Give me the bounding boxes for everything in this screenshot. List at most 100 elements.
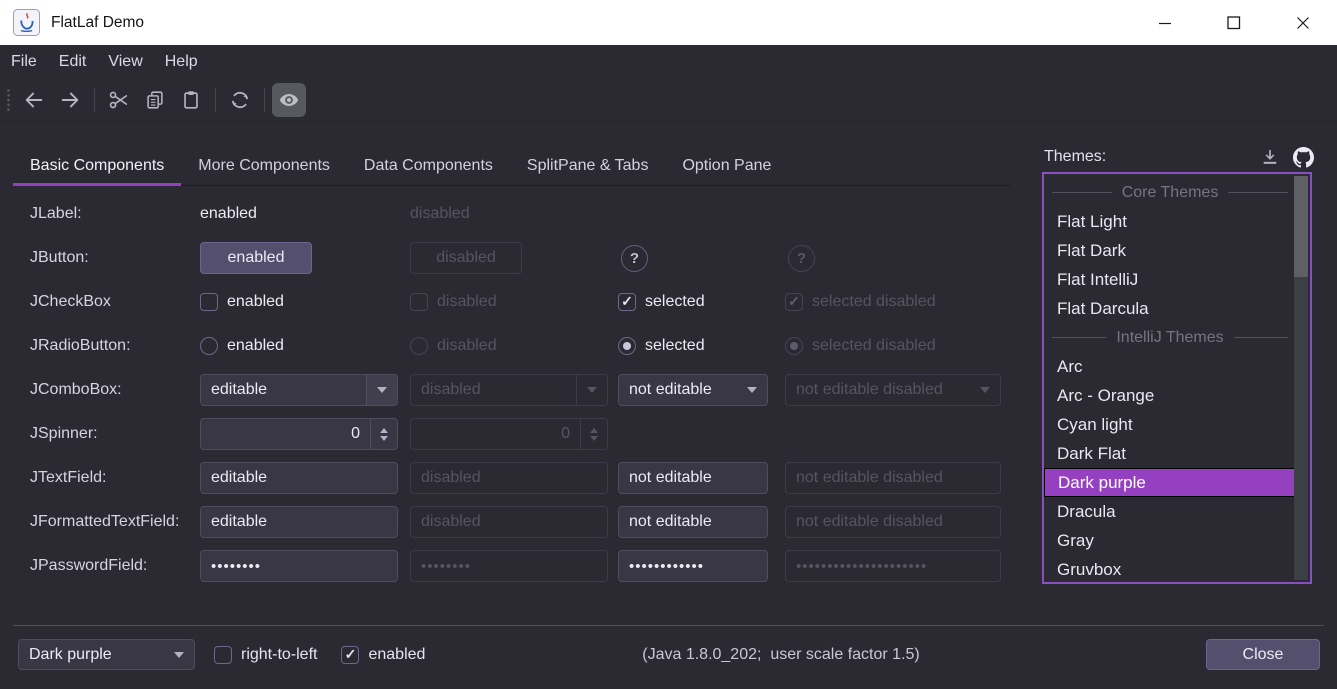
password-field-disabled: •••••••• [410,550,608,582]
menu-file[interactable]: File [0,45,48,78]
spinner-up-icon [590,428,598,433]
themes-scrollbar[interactable] [1294,176,1308,580]
menu-view[interactable]: View [97,45,153,78]
menu-edit[interactable]: Edit [48,45,98,78]
github-link-button[interactable] [1293,147,1314,168]
jcheckbox-row-label: JCheckBox [30,293,200,311]
jspinner-row-label: JSpinner: [30,425,200,443]
paste-icon [180,89,202,111]
bottom-options: right-to-left enabled [214,639,425,670]
checkbox-disabled-label: disabled [437,293,497,311]
jformattedtextfield-row: JFormattedTextField: editable disabled n… [0,500,1010,544]
toolbar [0,78,1337,122]
theme-item-flat-dark[interactable]: Flat Dark [1044,236,1296,265]
show-details-toggle[interactable] [272,83,306,117]
lookandfeel-value: Dark purple [19,646,164,664]
theme-item-arc[interactable]: Arc [1044,352,1296,381]
textfield-not-editable-disabled: not editable disabled [785,462,1001,494]
maximize-button[interactable] [1199,0,1268,45]
theme-item-arc-orange[interactable]: Arc - Orange [1044,381,1296,410]
tab-data-components[interactable]: Data Components [347,146,510,185]
lookandfeel-combobox[interactable]: Dark purple [18,639,195,670]
combobox-editable[interactable]: editable [200,374,398,406]
theme-item-flat-light[interactable]: Flat Light [1044,207,1296,236]
help-button[interactable]: ? [621,245,648,272]
copy-button[interactable] [138,83,172,117]
back-button[interactable] [17,83,51,117]
minimize-button[interactable] [1130,0,1199,45]
textfield-editable[interactable]: editable [200,462,398,494]
spinner-down-icon [380,436,388,441]
checkbox-disabled [410,293,428,311]
radio-disabled-label: disabled [437,337,497,355]
spinner-up-icon [380,428,388,433]
tab-option-pane[interactable]: Option Pane [665,146,788,185]
spinner-down-icon [590,436,598,441]
checkbox-enabled[interactable] [200,293,218,311]
jlabel-enabled: enabled [200,205,257,223]
checkbox-selected-disabled-label: selected disabled [812,293,936,311]
tab-basic-components[interactable]: Basic Components [13,146,181,185]
jpasswordfield-row-label: JPasswordField: [30,557,200,575]
chevron-down-icon [747,387,757,393]
formatted-textfield-disabled: disabled [410,506,608,538]
checkbox-selected[interactable] [618,293,636,311]
check-icon [345,646,357,664]
formatted-textfield-editable[interactable]: editable [200,506,398,538]
jtextfield-row-label: JTextField: [30,469,200,487]
right-to-left-checkbox[interactable] [214,646,232,664]
theme-group-header: Core Themes [1044,178,1296,207]
jcombobox-row-label: JComboBox: [30,381,200,399]
radio-dot-icon [623,342,631,350]
combobox-not-editable[interactable]: not editable [618,374,768,406]
enabled-checkbox[interactable] [341,646,359,664]
combobox-not-editable-disabled: not editable disabled [785,374,1001,406]
chevron-down-icon [587,387,597,393]
status-text: (Java 1.8.0_202; user scale factor 1.5) [561,639,1001,670]
paste-button[interactable] [174,83,208,117]
password-field-not-editable[interactable]: •••••••••••• [618,550,768,582]
theme-item-dark-flat[interactable]: Dark Flat [1044,439,1296,468]
spinner-buttons[interactable] [370,419,397,449]
menu-help[interactable]: Help [154,45,209,78]
enabled-button[interactable]: enabled [200,242,312,274]
radio-selected-label: selected [645,337,705,355]
theme-item-gruvbox[interactable]: Gruvbox [1044,555,1296,584]
jpasswordfield-row: JPasswordField: •••••••• •••••••• ••••••… [0,544,1010,588]
theme-item-cyan-light[interactable]: Cyan light [1044,410,1296,439]
scrollbar-thumb[interactable] [1294,176,1308,277]
formatted-textfield-not-editable[interactable]: not editable [618,506,768,538]
jspinner-row: JSpinner: 0 0 [0,412,1010,456]
toolbar-separator [215,88,216,112]
tab-more-components[interactable]: More Components [181,146,347,185]
theme-item-dracula[interactable]: Dracula [1044,497,1296,526]
jcheckbox-row: JCheckBox enabled disabled selected sele… [0,280,1010,324]
theme-item-gray[interactable]: Gray [1044,526,1296,555]
spinner-value: 0 [201,425,370,443]
textfield-not-editable[interactable]: not editable [618,462,768,494]
cut-button[interactable] [102,83,136,117]
basic-components-panel: JLabel: enabled disabled JButton: enable… [0,192,1010,588]
back-arrow-icon [23,89,45,111]
theme-item-flat-intellij[interactable]: Flat IntelliJ [1044,265,1296,294]
close-window-button[interactable] [1268,0,1337,45]
radio-selected[interactable] [618,337,636,355]
radio-enabled-label: enabled [227,337,284,355]
forward-button[interactable] [53,83,87,117]
toolbar-grip[interactable] [6,88,11,112]
theme-item-dark-purple[interactable]: Dark purple [1044,468,1296,497]
password-field-editable[interactable]: •••••••• [200,550,398,582]
right-to-left-label: right-to-left [241,646,317,664]
download-icon [1260,147,1280,167]
forward-arrow-icon [59,89,81,111]
tab-splitpane-tabs[interactable]: SplitPane & Tabs [510,146,666,185]
download-theme-button[interactable] [1260,147,1280,167]
spinner-buttons [580,419,607,449]
radio-dot-icon [790,342,798,350]
radio-enabled[interactable] [200,337,218,355]
theme-item-flat-darcula[interactable]: Flat Darcula [1044,294,1296,323]
themes-label: Themes: [1044,148,1106,166]
spinner-enabled[interactable]: 0 [200,418,398,450]
close-button[interactable]: Close [1206,639,1320,670]
refresh-button[interactable] [223,83,257,117]
